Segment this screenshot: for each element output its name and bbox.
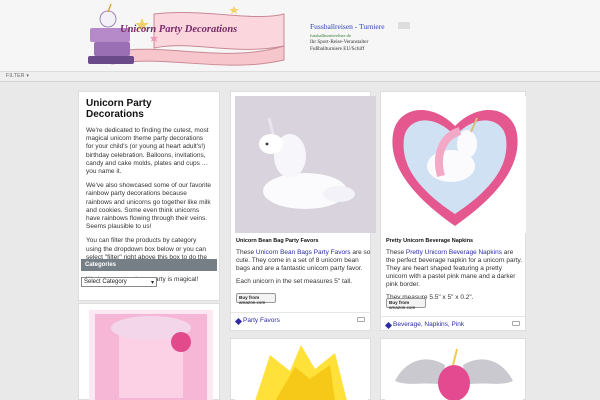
product-image[interactable] (235, 343, 368, 400)
product-card[interactable] (230, 338, 371, 400)
tag-link[interactable]: Beverage, Napkins, Pink (393, 321, 464, 328)
product-card[interactable] (78, 303, 220, 400)
site-logo[interactable] (84, 4, 289, 68)
intro-paragraph: We're dedicated to finding the cutest, m… (86, 127, 209, 176)
desc-text: These (386, 249, 406, 256)
product-image[interactable] (385, 96, 526, 233)
site-header: Unicorn Party Decorations Fussballreisen… (0, 0, 600, 72)
ad-line-1: Ihr Sport-Reise-Veranstalter (310, 39, 369, 45)
ad-title-link[interactable]: Fussballreisen - Turniere (310, 22, 410, 31)
ad-line-2: Fußballturniere EU/Schiff (310, 46, 365, 52)
tag-icon (384, 321, 393, 330)
tag-icon (234, 317, 243, 326)
intro-title: Unicorn Party Decorations (86, 98, 152, 120)
filter-button[interactable]: FILTER ▾ (6, 73, 29, 79)
category-select-value: Select Category (84, 279, 127, 285)
comments-icon[interactable] (512, 321, 520, 326)
filter-bar: FILTER ▾ (0, 72, 600, 82)
buy-label: amazon.com (239, 300, 266, 305)
chevron-down-icon: ▾ (150, 280, 154, 286)
product-image[interactable] (89, 310, 213, 400)
product-link[interactable]: Unicorn Bean Bags Party Favors (256, 249, 351, 256)
product-image[interactable] (235, 96, 376, 233)
buy-label: amazon.com (389, 305, 416, 310)
tag-link[interactable]: Party Favors (243, 317, 280, 324)
product-link[interactable]: Pretty Unicorn Beverage Napkins (406, 249, 502, 256)
product-title[interactable]: Pretty Unicorn Beverage Napkins (386, 238, 473, 244)
comments-icon[interactable] (357, 317, 365, 322)
product-card[interactable]: Unicorn Bean Bag Party Favors These Unic… (230, 91, 376, 331)
product-description: These Unicorn Bean Bags Party Favors are… (236, 249, 374, 286)
tags-row: Beverage, Napkins, Pink (381, 316, 525, 334)
tags-row: Party Favors (231, 312, 370, 330)
intro-paragraph: We've also showcased some of our favorit… (86, 182, 212, 231)
buy-amazon-button[interactable]: Buy from amazon.com (386, 298, 426, 310)
product-image[interactable] (385, 343, 523, 400)
logo-text: Unicorn Party Decorations (120, 24, 238, 35)
product-size: Each unicorn in the set measures 5" tall… (236, 278, 353, 285)
buy-amazon-button[interactable]: Buy from amazon.com (236, 293, 276, 305)
ad-block[interactable]: Fussballreisen - Turniere fussballturnie… (310, 22, 410, 68)
category-select[interactable]: Select Category ▾ (81, 277, 157, 287)
product-title[interactable]: Unicorn Bean Bag Party Favors (236, 238, 319, 244)
desc-text: These (236, 249, 256, 256)
product-card[interactable] (380, 338, 526, 400)
intro-card: Unicorn Party Decorations We're dedicate… (78, 91, 220, 301)
categories-heading: Categories (81, 259, 217, 271)
product-card[interactable]: Pretty Unicorn Beverage Napkins These Pr… (380, 91, 526, 331)
ad-choices-icon[interactable] (398, 22, 410, 29)
ad-url: fussballturniereliste.de (310, 33, 351, 38)
product-description: These Pretty Unicorn Beverage Napkins ar… (386, 249, 524, 302)
